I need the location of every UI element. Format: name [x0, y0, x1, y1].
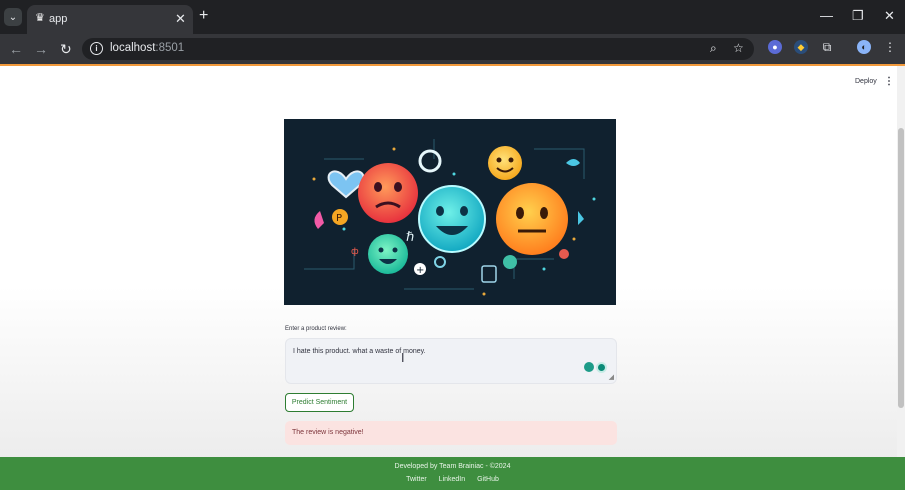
bookmark-star-icon[interactable]: ☆	[733, 41, 744, 55]
close-window-icon[interactable]: ✕	[884, 8, 895, 24]
extensions-puzzle-icon[interactable]: ⧉	[820, 40, 834, 54]
review-input-label: Enter a product review:	[285, 326, 347, 332]
main-menu-icon[interactable]: ⋮	[884, 76, 894, 87]
extension-blue-icon[interactable]: ◆	[794, 40, 808, 54]
github-link[interactable]: GitHub	[477, 476, 499, 483]
svg-text:ф: ф	[351, 247, 359, 257]
grammar-extension-icon[interactable]	[584, 362, 594, 372]
footer-links: Twitter LinkedIn GitHub	[0, 476, 905, 483]
forward-icon[interactable]: →	[34, 41, 48, 57]
reload-icon[interactable]: ↻	[60, 41, 72, 58]
svg-text:P: P	[336, 213, 342, 224]
predict-sentiment-button[interactable]: Predict Sentiment	[285, 393, 354, 412]
browser-tab-bar: ⌄ ♛ app ✕ + — ❐ ✕	[0, 0, 905, 34]
streamlit-favicon-icon: ♛	[35, 12, 45, 24]
svg-text:+: +	[416, 265, 424, 276]
browser-toolbar: ← → ↻ i localhost:8501 ⌕ ☆ ● ◆ ⧉ ◐ ⋮	[0, 34, 905, 64]
review-text-value: I hate this product. what a waste of mon…	[293, 348, 426, 355]
review-textarea[interactable]: I hate this product. what a waste of mon…	[285, 338, 617, 384]
svg-text:ℏ: ℏ	[406, 230, 414, 245]
tab-title: app	[49, 13, 68, 25]
deploy-button[interactable]: Deploy	[855, 78, 877, 85]
text-cursor-icon: I	[401, 351, 405, 365]
back-icon[interactable]: ←	[9, 41, 23, 57]
app-footer: Developed by Team Brainiac - ©2024 Twitt…	[0, 457, 905, 490]
extension-discord-icon[interactable]: ●	[768, 40, 782, 54]
scrollbar-thumb[interactable]	[898, 128, 904, 408]
result-message: The review is negative!	[292, 429, 364, 436]
result-alert: The review is negative!	[285, 421, 617, 445]
linkedin-link[interactable]: LinkedIn	[439, 476, 465, 483]
resize-handle-icon[interactable]: ◢	[609, 373, 614, 381]
browser-tab[interactable]: ♛ app ✕	[27, 5, 193, 34]
profile-avatar-icon[interactable]: ◐	[857, 40, 871, 54]
hero-image: P + ℏ ф	[284, 119, 616, 305]
twitter-link[interactable]: Twitter	[406, 476, 427, 483]
minimize-icon[interactable]: —	[820, 8, 833, 23]
new-tab-icon[interactable]: +	[199, 7, 208, 25]
emoji-illustration: P + ℏ ф	[284, 119, 616, 305]
address-bar[interactable]: i localhost:8501 ⌕ ☆	[82, 38, 754, 60]
browser-menu-icon[interactable]: ⋮	[883, 40, 897, 54]
restore-icon[interactable]: ❐	[852, 8, 864, 24]
site-info-icon[interactable]: i	[90, 42, 103, 55]
footer-credit: Developed by Team Brainiac - ©2024	[394, 463, 511, 470]
url-text: localhost:8501	[110, 42, 185, 54]
zoom-search-icon[interactable]: ⌕	[710, 41, 717, 56]
grammarly-icon[interactable]	[596, 362, 607, 373]
tab-search-icon[interactable]: ⌄	[4, 8, 22, 26]
tab-close-icon[interactable]: ✕	[175, 11, 186, 27]
